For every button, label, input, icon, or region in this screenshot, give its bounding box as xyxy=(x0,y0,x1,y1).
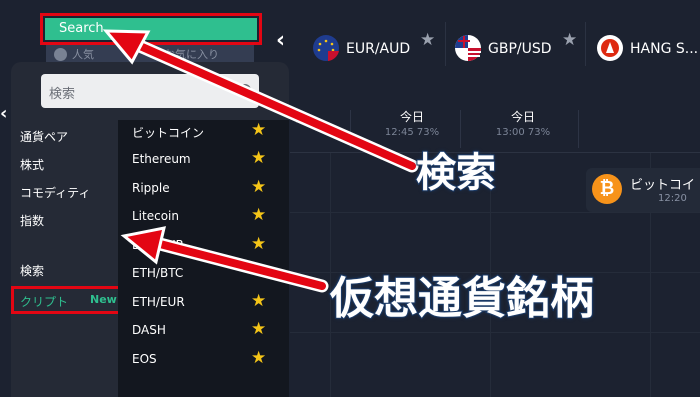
divider xyxy=(445,22,446,66)
search-button-highlight[interactable]: Search xyxy=(40,13,262,45)
bitcoin-card-time: 12:20 xyxy=(658,193,687,204)
category-stocks[interactable]: 株式 xyxy=(20,156,44,173)
list-item[interactable]: DASH xyxy=(132,323,166,337)
list-item[interactable]: BTC/EUR xyxy=(132,238,184,252)
category-currency-pairs[interactable]: 通貨ペア xyxy=(20,128,68,145)
search-icon[interactable] xyxy=(239,84,251,96)
asset-name: GBP/USD xyxy=(488,41,552,57)
search-button[interactable]: Search xyxy=(45,18,257,40)
time-sub: 13:00 73% xyxy=(495,127,551,138)
search-placeholder: 検索 xyxy=(49,87,76,102)
star-icon[interactable]: ★ xyxy=(251,348,266,368)
list-item[interactable]: EOS xyxy=(132,352,157,366)
list-item[interactable]: Ethereum xyxy=(132,152,191,166)
chevron-left-icon[interactable]: ‹ xyxy=(276,28,285,53)
check-icon xyxy=(54,48,67,61)
star-icon[interactable]: ★ xyxy=(251,177,266,197)
bitcoin-card-name: ビットコイ xyxy=(630,178,696,193)
list-item[interactable]: Ripple xyxy=(132,181,170,195)
star-icon[interactable]: ★ xyxy=(251,148,266,168)
crypto-asset-list: ビットコイン ★ Ethereum ★ Ripple ★ Litecoin ★ … xyxy=(118,120,289,397)
chevron-left-icon[interactable]: ‹ xyxy=(0,103,7,124)
list-item[interactable]: Litecoin xyxy=(132,209,179,223)
bitcoin-icon: ₿ xyxy=(592,174,622,204)
star-icon[interactable]: ★ xyxy=(251,234,266,254)
category-indices[interactable]: 指数 xyxy=(20,212,44,229)
list-item[interactable]: ETH/EUR xyxy=(132,295,185,309)
star-icon[interactable]: ★ xyxy=(251,205,266,225)
time-day: 今日 xyxy=(399,110,424,124)
star-icon[interactable]: ★ xyxy=(251,120,266,140)
grid-line xyxy=(290,332,700,333)
time-sub: 12:45 73% xyxy=(384,127,440,138)
category-crypto-label: クリプト xyxy=(20,295,69,309)
asset-name: HANG S... xyxy=(630,41,699,57)
star-icon[interactable]: ★ xyxy=(251,291,266,311)
top-bar: Search 人気 お気に入り ‹ EUR/AUD ★ GBP/USD ★ HA… xyxy=(0,0,700,70)
time-column[interactable]: 今日 12:45 73% xyxy=(372,108,452,138)
divider xyxy=(350,110,351,148)
new-badge: New xyxy=(90,293,117,306)
grid-line xyxy=(290,212,700,213)
list-item[interactable]: ETH/BTC xyxy=(132,266,183,280)
time-column[interactable]: 今日 13:00 73% xyxy=(483,108,563,138)
annotation-crypto-label: 仮想通貨銘柄 xyxy=(329,272,595,325)
time-day: 今日 xyxy=(510,110,535,124)
asset-selector-panel: 検索 通貨ペア 株式 コモディティ 指数 クリプト New 検索 ビットコイン … xyxy=(11,62,289,397)
category-search[interactable]: 検索 xyxy=(20,262,44,279)
hang-seng-icon xyxy=(597,35,623,61)
uk-us-flag-icon xyxy=(455,35,481,61)
star-icon[interactable]: ★ xyxy=(251,319,266,339)
bitcoin-trade-card[interactable]: ₿ ビットコイ 12:20 xyxy=(586,168,700,212)
asset-name: EUR/AUD xyxy=(346,41,411,57)
list-item[interactable]: ビットコイン xyxy=(132,124,204,141)
divider xyxy=(585,22,586,66)
star-icon[interactable]: ★ xyxy=(562,30,577,50)
category-commodities[interactable]: コモディティ xyxy=(20,184,90,201)
annotation-search-label: 検索 xyxy=(415,149,497,197)
category-list: 通貨ペア 株式 コモディティ 指数 クリプト New 検索 xyxy=(11,120,121,397)
panel-search-input[interactable]: 検索 xyxy=(41,74,259,108)
eu-au-flag-icon xyxy=(313,35,339,61)
divider xyxy=(578,110,579,148)
star-icon[interactable]: ★ xyxy=(420,30,435,50)
category-crypto[interactable]: クリプト New xyxy=(11,286,121,314)
